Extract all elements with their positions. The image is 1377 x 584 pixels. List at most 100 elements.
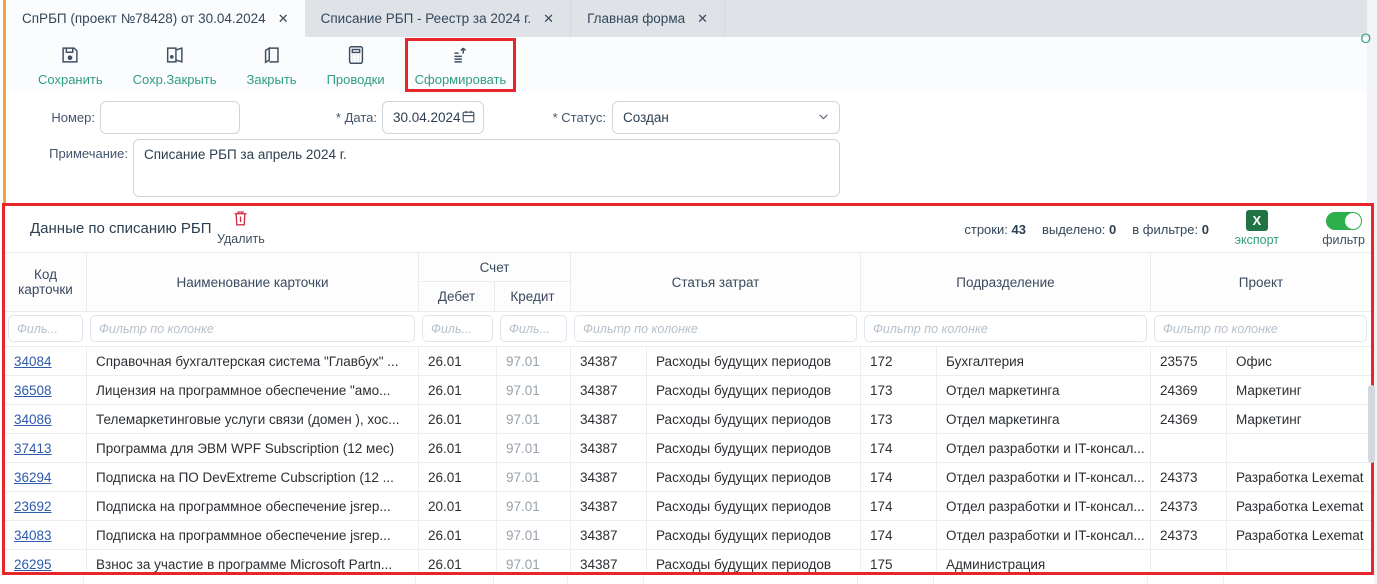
date-label: * Дата: [315, 110, 377, 125]
generate-button[interactable]: Сформировать [405, 38, 517, 92]
cell-dept-name: Отдел маркетинга [937, 405, 1151, 433]
date-input[interactable]: 30.04.2024 [382, 101, 484, 134]
card-code-link[interactable]: 34084 [14, 354, 52, 369]
cell-project-code: 24373 [1151, 521, 1227, 549]
column-header-credit[interactable]: Кредит [495, 282, 570, 311]
filter-input-code[interactable] [8, 315, 83, 342]
status-select[interactable]: Создан [612, 101, 840, 134]
cell-card-code[interactable]: 34084 [5, 347, 87, 375]
filter-toggle[interactable]: фильтр [1322, 212, 1365, 247]
cell-project-code: 24369 [1151, 376, 1227, 404]
save-close-icon [164, 44, 186, 69]
tab-main-form[interactable]: Главная форма ✕ [571, 0, 725, 37]
cell-cost-code: 34387 [571, 434, 647, 462]
table-row[interactable]: 34086 Телемаркетинговые услуги связи (дом… [5, 405, 1371, 434]
cell-project-code: 24373 [1151, 492, 1227, 520]
chevron-down-icon [817, 110, 830, 126]
column-header-debit[interactable]: Дебет [419, 282, 495, 311]
generate-label: Сформировать [415, 72, 507, 87]
excel-icon: X [1246, 210, 1268, 231]
cell-dept-code: 173 [861, 376, 937, 404]
card-code-link[interactable]: 37413 [14, 441, 52, 456]
cell-card-code[interactable]: 37413 [5, 434, 87, 462]
close-icon[interactable]: ✕ [543, 11, 554, 27]
card-code-link[interactable]: 36294 [14, 470, 52, 485]
column-header-project[interactable]: Проект [1151, 253, 1371, 311]
cell-project-name [1227, 550, 1371, 575]
table-row[interactable]: 34084Справочная бухгалтерская система "Г… [5, 347, 1371, 376]
column-header-code[interactable]: Код карточки [5, 253, 87, 311]
card-code-link[interactable]: 36508 [14, 383, 52, 398]
table-header: Код карточки Наименование карточки Счет … [5, 252, 1371, 312]
table-row[interactable]: 34083Подписка на программное обеспечение… [5, 521, 1371, 550]
cell-card-code[interactable]: 26295 [5, 550, 87, 575]
save-close-button[interactable]: Сохр.Закрыть [133, 44, 217, 87]
table-row[interactable]: 26295 Взнос за участие в программе Micros… [5, 550, 1371, 575]
number-input[interactable] [100, 101, 240, 134]
filter-input-project[interactable] [1154, 315, 1367, 342]
table-row[interactable]: 23692Подписка на программное обеспечение… [5, 492, 1371, 521]
cell-cost-name: Расходы будущих периодов [647, 347, 861, 375]
generate-icon [449, 44, 471, 69]
tab-label: Списание РБП - Реестр за 2024 г. [321, 11, 532, 26]
close-icon[interactable]: ✕ [278, 11, 289, 27]
cell-card-name: Взнос за участие в программе Microsoft P… [87, 550, 419, 575]
tab-sprbp-document[interactable]: СпРБП (проект №78428) от 30.04.2024 ✕ [6, 0, 305, 37]
column-header-department[interactable]: Подразделение [861, 253, 1151, 311]
filter-input-credit[interactable] [500, 315, 567, 342]
cell-project-code: 24373 [1151, 463, 1227, 491]
panel-title: Данные по списанию РБП [30, 220, 212, 237]
card-code-link[interactable]: 23692 [14, 499, 52, 514]
cell-debit: 26.01 [419, 521, 497, 549]
table-row[interactable]: 36294Подписка на ПО DevExtreme Cubscript… [5, 463, 1371, 492]
cell-card-code[interactable]: 34086 [5, 405, 87, 433]
filter-input-name[interactable] [90, 315, 415, 342]
filter-input-debit[interactable] [422, 315, 493, 342]
grid-stats: строки: 43 выделено: 0 в фильтре: 0 [964, 222, 1209, 237]
save-button[interactable]: Сохранить [38, 44, 103, 87]
save-icon [59, 44, 81, 69]
cell-project-name: Разработка Lexemat [1227, 492, 1371, 520]
cell-cost-name: Расходы будущих периодов [647, 376, 861, 404]
cell-credit: 97.01 [497, 463, 571, 491]
toolbar: Сохранить Сохр.Закрыть Закрыть Проводки … [6, 37, 1367, 93]
filter-input-dept[interactable] [864, 315, 1147, 342]
cell-debit: 26.01 [419, 434, 497, 462]
cell-dept-name: Отдел разработки и IT-консал... [937, 492, 1151, 520]
postings-button[interactable]: Проводки [327, 44, 385, 87]
cell-card-code[interactable]: 36294 [5, 463, 87, 491]
cell-card-code[interactable]: 23692 [5, 492, 87, 520]
calculator-icon [345, 44, 367, 69]
toolbar-right-clipped-label[interactable]: О [1360, 31, 1371, 46]
filtered-count: в фильтре: 0 [1132, 222, 1209, 237]
cell-cost-name: Расходы будущих периодов [647, 492, 861, 520]
vertical-scrollbar[interactable] [1368, 385, 1375, 463]
cell-credit: 97.01 [497, 376, 571, 404]
card-code-link[interactable]: 34086 [14, 412, 52, 427]
close-icon[interactable]: ✕ [697, 11, 708, 27]
calendar-icon[interactable] [461, 109, 476, 127]
cell-cost-code: 34387 [571, 347, 647, 375]
table-row[interactable]: 36508Лицензия на программное обеспечение… [5, 376, 1371, 405]
cell-card-name: Телемаркетинговые услуги связи (домен ),… [87, 405, 419, 433]
note-textarea[interactable]: Списание РБП за апрель 2024 г. [133, 139, 840, 197]
delete-button[interactable]: Удалить [217, 209, 265, 246]
tab-bar: СпРБП (проект №78428) от 30.04.2024 ✕ Сп… [6, 0, 1367, 37]
cell-card-code[interactable]: 36508 [5, 376, 87, 404]
close-document-button[interactable]: Закрыть [247, 44, 297, 87]
column-header-cost-item[interactable]: Статья затрат [571, 253, 861, 311]
table-row[interactable]: 37413Программа для ЭВМ WPF Subscription … [5, 434, 1371, 463]
cell-dept-name: Отдел разработки и IT-консал... [937, 434, 1151, 462]
cell-dept-code: 174 [861, 521, 937, 549]
cell-cost-code: 34387 [571, 492, 647, 520]
tab-registry[interactable]: Списание РБП - Реестр за 2024 г. ✕ [305, 0, 571, 37]
card-code-link[interactable]: 26295 [14, 557, 52, 572]
filter-input-cost[interactable] [574, 315, 857, 342]
column-header-name[interactable]: Наименование карточки [87, 253, 419, 311]
cell-card-code[interactable]: 34083 [5, 521, 87, 549]
cell-credit: 97.01 [497, 347, 571, 375]
toggle-on-icon[interactable] [1326, 212, 1362, 230]
cell-credit: 97.01 [497, 492, 571, 520]
excel-export-button[interactable]: X экспорт [1235, 210, 1279, 247]
card-code-link[interactable]: 34083 [14, 528, 52, 543]
